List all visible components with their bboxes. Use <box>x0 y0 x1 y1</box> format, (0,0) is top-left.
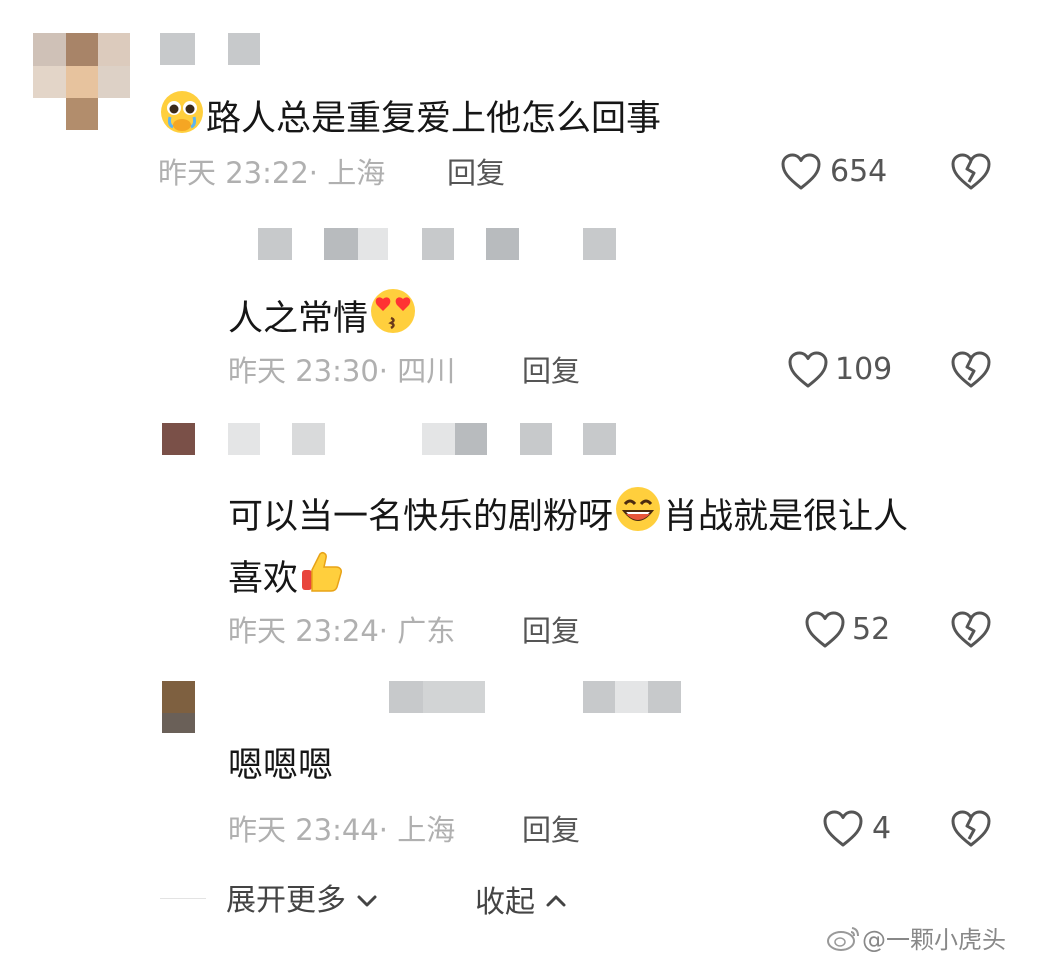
username[interactable] <box>160 33 260 65</box>
timestamp: 昨天 23:22 <box>158 156 309 190</box>
comment-meta: 昨天 23:24· 广东 <box>228 613 455 649</box>
heart-icon <box>804 610 846 650</box>
dislike-button[interactable] <box>950 809 992 849</box>
comment-body: 嗯嗯嗯 <box>228 746 334 786</box>
location: · 广东 <box>378 614 456 648</box>
comment-text-line2: 喜欢 <box>228 548 346 607</box>
username[interactable] <box>228 423 618 455</box>
location: · 上海 <box>308 156 386 190</box>
comment-meta: 昨天 23:22· 上海 <box>158 155 385 191</box>
chevron-up-icon <box>545 881 567 917</box>
location: · 四川 <box>378 354 456 388</box>
location: · 上海 <box>378 813 456 847</box>
divider <box>160 898 206 899</box>
reply-button[interactable]: 回复 <box>522 613 580 649</box>
comment-body: 人之常情 <box>228 299 369 339</box>
heart-eyes-kiss-face-icon <box>368 286 418 347</box>
timestamp: 昨天 23:30 <box>228 354 379 388</box>
like-count: 654 <box>830 154 888 189</box>
comment-meta: 昨天 23:44· 上海 <box>228 812 455 848</box>
broken-heart-icon <box>950 350 992 390</box>
reply-button[interactable]: 回复 <box>522 812 580 848</box>
comment-text: 路人总是重复爱上他怎么回事 <box>158 88 661 147</box>
broken-heart-icon <box>950 809 992 849</box>
timestamp: 昨天 23:24 <box>228 614 379 648</box>
pleading-face-icon <box>158 88 206 147</box>
timestamp: 昨天 23:44 <box>228 813 379 847</box>
like-count: 109 <box>835 352 893 387</box>
like-button[interactable]: 109 <box>787 348 897 392</box>
heart-icon <box>787 350 829 390</box>
username[interactable] <box>389 681 681 713</box>
comment-body: 路人总是重复爱上他怎么回事 <box>206 99 662 139</box>
grinning-face-icon <box>613 484 663 545</box>
comment-body: 喜欢 <box>228 559 299 599</box>
broken-heart-icon <box>950 610 992 650</box>
comment-body-continued: 肖战就是很让人 <box>663 497 909 537</box>
avatar[interactable] <box>162 681 195 733</box>
collapse-button[interactable]: 收起 <box>475 881 567 921</box>
expand-more-label: 展开更多 <box>226 883 346 918</box>
heart-icon <box>780 152 822 192</box>
avatar[interactable] <box>162 423 195 455</box>
broken-heart-icon <box>950 152 992 192</box>
dislike-button[interactable] <box>950 152 992 192</box>
avatar[interactable] <box>33 33 130 130</box>
reply-button[interactable]: 回复 <box>522 353 580 389</box>
reply-button[interactable]: 回复 <box>447 155 505 191</box>
dislike-button[interactable] <box>950 610 992 650</box>
chevron-down-icon <box>356 881 378 917</box>
comment-text: 人之常情 <box>228 286 418 347</box>
comment-body: 可以当一名快乐的剧粉呀 <box>228 497 614 537</box>
collapse-label: 收起 <box>475 885 535 920</box>
dislike-button[interactable] <box>950 350 992 390</box>
username[interactable] <box>258 228 618 260</box>
thumbs-up-icon <box>298 548 346 607</box>
like-button[interactable]: 52 <box>804 608 900 652</box>
comment-text: 可以当一名快乐的剧粉呀 肖战就是很让人 <box>228 484 908 545</box>
comment-text: 嗯嗯嗯 <box>228 744 333 788</box>
like-button[interactable]: 4 <box>822 807 898 851</box>
watermark: @一颗小虎头 <box>826 920 1006 958</box>
expand-more-button[interactable]: 展开更多 <box>226 881 378 919</box>
heart-icon <box>822 809 864 849</box>
like-count: 4 <box>872 811 892 846</box>
like-count: 52 <box>852 612 891 647</box>
like-button[interactable]: 654 <box>780 150 900 194</box>
weibo-logo-icon <box>826 924 862 958</box>
comment-meta: 昨天 23:30· 四川 <box>228 353 455 389</box>
watermark-text: @一颗小虎头 <box>862 926 1006 954</box>
